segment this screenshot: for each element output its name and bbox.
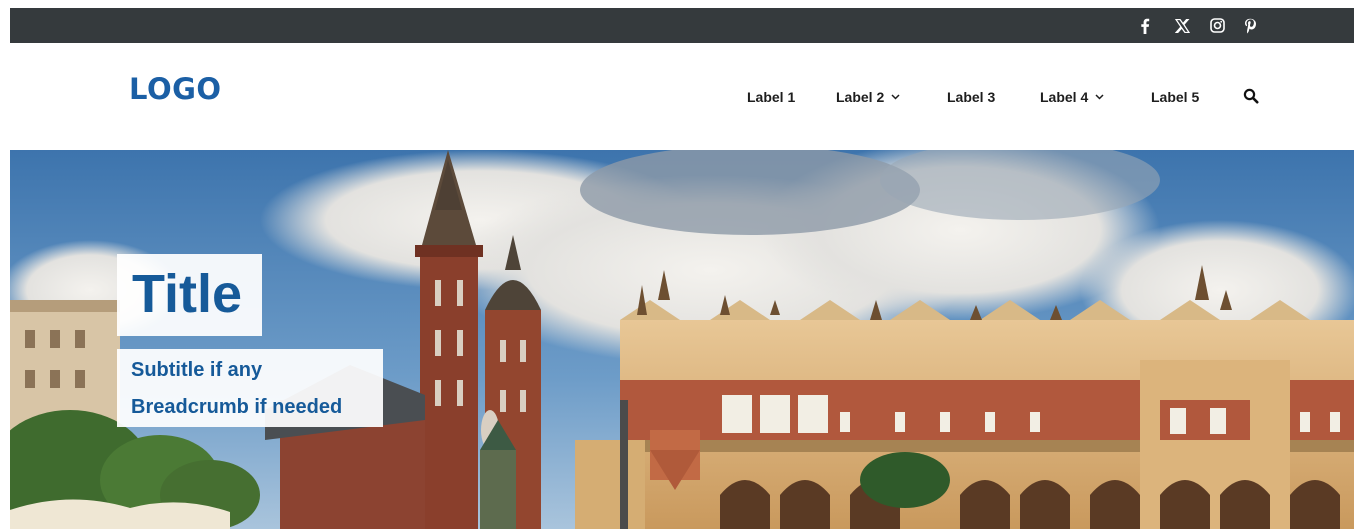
top-bar (10, 8, 1354, 43)
search-icon[interactable] (1243, 88, 1261, 106)
nav-item-label-5[interactable]: Label 5 (1151, 87, 1199, 107)
page-subtitle: Subtitle if any (131, 359, 263, 381)
page-title: Title (132, 264, 243, 324)
hero-banner (10, 150, 1354, 529)
instagram-icon[interactable] (1206, 8, 1228, 43)
site-header: LOGO Label 1 Label 2 Label 3 Label 4 Lab… (10, 43, 1354, 150)
nav-item-label: Label 1 (747, 89, 796, 105)
nav-item-label-2[interactable]: Label 2 (836, 87, 900, 107)
nav-item-label-4[interactable]: Label 4 (1040, 87, 1104, 107)
x-twitter-icon[interactable] (1171, 8, 1193, 43)
nav-item-label-1[interactable]: Label 1 (747, 87, 795, 107)
facebook-icon[interactable] (1134, 8, 1156, 43)
chevron-down-icon (1095, 94, 1104, 100)
nav-item-label: Label 4 (1040, 89, 1089, 105)
hero-background-image (10, 150, 1354, 529)
nav-item-label: Label 2 (836, 89, 885, 105)
pinterest-icon[interactable] (1239, 8, 1261, 43)
breadcrumb[interactable]: Breadcrumb if needed (131, 394, 342, 420)
nav-item-label: Label 5 (1151, 89, 1200, 105)
site-logo[interactable]: LOGO (129, 71, 222, 107)
chevron-down-icon (891, 94, 900, 100)
nav-item-label: Label 3 (947, 89, 996, 105)
nav-item-label-3[interactable]: Label 3 (947, 87, 995, 107)
